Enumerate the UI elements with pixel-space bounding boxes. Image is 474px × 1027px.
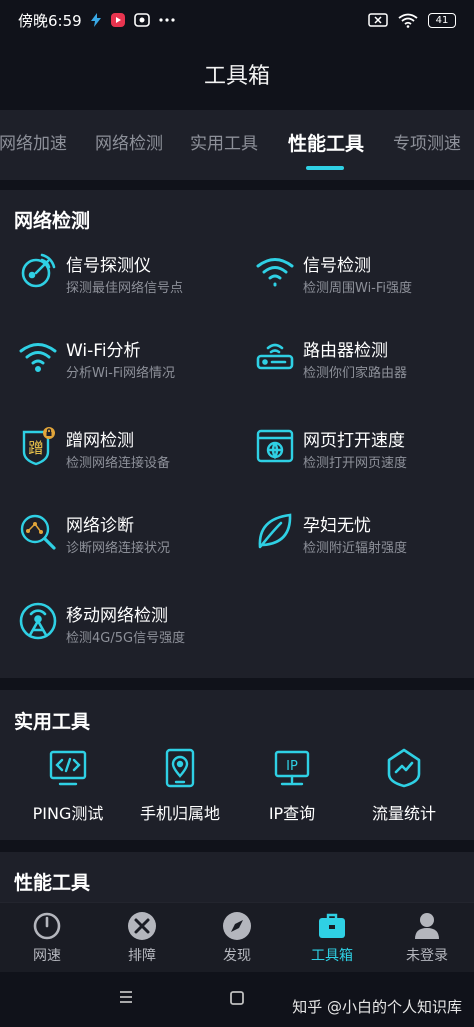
category-tab-bar: 网络加速 网络检测 实用工具 性能工具 专项测速 xyxy=(0,110,474,180)
nav-label: 未登录 xyxy=(406,948,448,964)
watermark: 知乎 @小白的个人知识库 xyxy=(292,998,462,1016)
code-monitor-icon xyxy=(48,748,88,788)
tool-webpage-speed[interactable]: 网页打开速度 检测打开网页速度 xyxy=(255,426,474,486)
ip-icon-text: IP xyxy=(286,759,298,774)
tool-network-diagnose[interactable]: 网络诊断 诊断网络连接状况 xyxy=(18,511,248,571)
item-subtitle: 检测你们家路由器 xyxy=(303,366,408,381)
tab-special-speedtest[interactable]: 专项测速 xyxy=(393,110,461,180)
item-subtitle: 检测打开网页速度 xyxy=(303,456,408,471)
tool-mobile-network-check[interactable]: 移动网络检测 检测4G/5G信号强度 xyxy=(18,601,248,661)
item-title: Wi-Fi分析 xyxy=(66,341,141,361)
item-subtitle: 分析Wi-Fi网络情况 xyxy=(66,366,176,381)
leech-shield-icon: 蹭 xyxy=(18,426,58,466)
item-subtitle: 诊断网络连接状况 xyxy=(66,541,171,556)
traffic-shield-icon xyxy=(384,748,424,788)
tab-network-acceleration[interactable]: 网络加速 xyxy=(0,110,67,180)
leech-badge-char: 蹭 xyxy=(28,439,43,457)
speedometer-icon xyxy=(33,912,61,940)
tool-traffic-stats[interactable]: 流量统计 xyxy=(345,748,463,828)
video-app-icon xyxy=(110,12,126,28)
cell-tower-icon xyxy=(18,601,58,641)
tool-leech-check[interactable]: 蹭 蹭网检测 检测网络连接设备 xyxy=(18,426,248,486)
phone-location-icon xyxy=(160,748,200,788)
item-subtitle: 检测附近辐射强度 xyxy=(303,541,408,556)
section-title-network: 网络检测 xyxy=(14,210,91,232)
item-subtitle: 探测最佳网络信号点 xyxy=(66,281,184,296)
item-title: 路由器检测 xyxy=(303,341,388,361)
tab-network-detection[interactable]: 网络检测 xyxy=(95,110,163,180)
item-title: 移动网络检测 xyxy=(66,606,168,626)
leaf-icon xyxy=(255,511,295,551)
tool-signal-check[interactable]: 信号检测 检测周围Wi-Fi强度 xyxy=(255,251,474,311)
camera-app-icon xyxy=(133,12,150,28)
battery-indicator: 41 xyxy=(428,12,456,28)
item-subtitle: 检测网络连接设备 xyxy=(66,456,171,471)
status-time: 傍晚6:59 xyxy=(18,11,82,30)
wifi-signal-icon xyxy=(255,251,295,291)
status-bar: 傍晚6:59 41 xyxy=(0,0,474,40)
tools-icon xyxy=(128,912,156,940)
tool-router-check[interactable]: 路由器检测 检测你们家路由器 xyxy=(255,336,474,396)
nav-toolbox[interactable]: 工具箱 xyxy=(292,911,372,971)
tool-ip-lookup[interactable]: IP IP查询 xyxy=(233,748,351,828)
menu-icon[interactable] xyxy=(118,990,134,1004)
page-title: 工具箱 xyxy=(203,64,270,89)
utility-tools-card: 实用工具 PING测试 手机归属地 IP IP查询 流量统计 xyxy=(0,690,474,840)
nav-login[interactable]: 未登录 xyxy=(387,911,467,971)
more-dots-icon xyxy=(158,17,176,23)
radar-icon xyxy=(18,251,58,291)
tool-phone-location[interactable]: 手机归属地 xyxy=(121,748,239,828)
no-sim-icon xyxy=(368,13,388,27)
active-tab-indicator xyxy=(306,166,344,170)
nav-speed[interactable]: 网速 xyxy=(7,911,87,971)
tool-label: PING测试 xyxy=(32,804,104,823)
nav-label: 网速 xyxy=(33,948,61,964)
compass-icon xyxy=(223,912,251,940)
nav-discover[interactable]: 发现 xyxy=(197,911,277,971)
item-subtitle: 检测周围Wi-Fi强度 xyxy=(303,281,413,296)
nav-label: 排障 xyxy=(128,948,156,964)
home-icon[interactable] xyxy=(229,990,245,1006)
nav-label: 发现 xyxy=(223,948,251,964)
network-diagnose-icon xyxy=(18,511,58,551)
tool-wifi-analysis[interactable]: Wi-Fi分析 分析Wi-Fi网络情况 xyxy=(18,336,248,396)
tool-label: 手机归属地 xyxy=(139,804,220,823)
bottom-nav: 网速 排障 发现 工具箱 未登录 xyxy=(0,902,474,972)
tool-ping-test[interactable]: PING测试 xyxy=(9,748,127,828)
item-title: 信号探测仪 xyxy=(66,256,151,276)
ip-monitor-icon: IP xyxy=(272,748,312,788)
section-title-utility: 实用工具 xyxy=(14,711,91,733)
nav-troubleshoot[interactable]: 排障 xyxy=(102,911,182,971)
user-icon xyxy=(415,913,439,939)
toolbox-icon xyxy=(319,913,345,938)
item-title: 网络诊断 xyxy=(66,516,134,536)
item-title: 孕妇无忧 xyxy=(303,516,371,536)
network-detection-card: 网络检测 信号探测仪 探测最佳网络信号点 信号检测 检测周围Wi-Fi强度 Wi… xyxy=(0,190,474,678)
webpage-globe-icon xyxy=(255,426,295,466)
section-title-performance: 性能工具 xyxy=(14,872,91,894)
tool-signal-radar[interactable]: 信号探测仪 探测最佳网络信号点 xyxy=(18,251,248,311)
tab-utility-tools[interactable]: 实用工具 xyxy=(190,110,258,180)
nav-label: 工具箱 xyxy=(311,948,353,964)
tool-label: 流量统计 xyxy=(371,804,436,823)
tool-pregnancy-radiation[interactable]: 孕妇无忧 检测附近辐射强度 xyxy=(255,511,474,571)
wifi-status-icon xyxy=(398,13,418,28)
item-title: 信号检测 xyxy=(303,256,371,276)
item-subtitle: 检测4G/5G信号强度 xyxy=(66,631,186,646)
bolt-icon xyxy=(90,13,102,27)
item-title: 网页打开速度 xyxy=(303,431,405,451)
wifi-icon xyxy=(18,336,58,376)
router-icon xyxy=(255,336,295,376)
item-title: 蹭网检测 xyxy=(66,431,134,451)
tool-label: IP查询 xyxy=(268,804,316,823)
